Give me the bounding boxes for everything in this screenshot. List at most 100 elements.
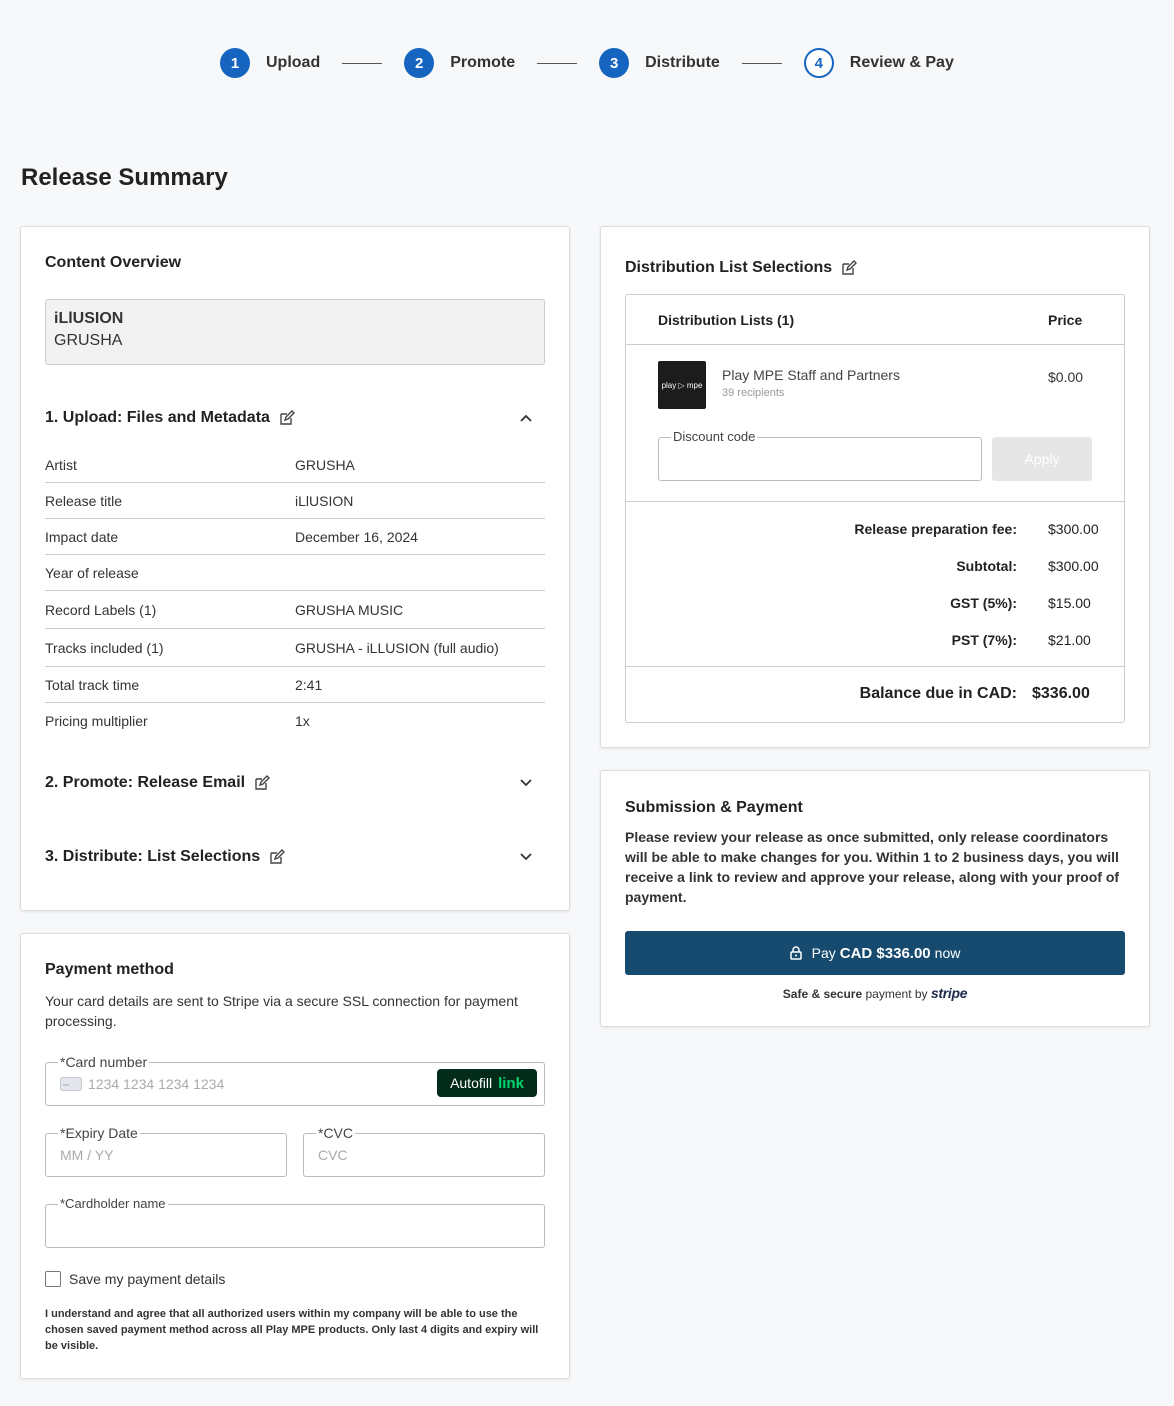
payment-method-card: Payment method Your card details are sen… — [20, 933, 570, 1379]
edit-icon[interactable] — [279, 410, 295, 426]
card-number-field[interactable]: *Card number 1234 1234 1234 1234 Autofil… — [45, 1054, 545, 1106]
table-row: Record Labels (1) GRUSHA MUSIC — [45, 591, 545, 629]
cardholder-label: *Cardholder name — [58, 1196, 168, 1211]
content-overview-title: Content Overview — [45, 254, 182, 271]
col-lists: Distribution Lists (1) — [658, 311, 795, 328]
cardholder-name-field[interactable]: *Cardholder name — [45, 1196, 545, 1248]
stripe-logo: stripe — [930, 985, 968, 1001]
expiry-date-field[interactable]: *Expiry Date MM / YY — [45, 1125, 287, 1177]
step-label: Distribute — [645, 54, 720, 71]
divider — [626, 666, 1124, 667]
meta-value: GRUSHA - iLLUSION (full audio) — [295, 639, 499, 656]
meta-value: GRUSHA — [295, 456, 355, 473]
section-promote-header[interactable]: 2. Promote: Release Email — [45, 774, 545, 792]
pay-amount: CAD $336.00 — [839, 944, 931, 962]
link-logo: link — [498, 1074, 524, 1092]
step-label: Promote — [450, 54, 516, 71]
step-label: Review & Pay — [849, 54, 954, 71]
section-distribute-header[interactable]: 3. Distribute: List Selections — [45, 848, 545, 866]
step-connector — [741, 62, 782, 64]
edit-icon[interactable] — [841, 260, 858, 276]
chevron-up-icon[interactable] — [519, 411, 533, 425]
balance-value: $336.00 — [1032, 685, 1090, 702]
payment-method-title: Payment method — [45, 961, 174, 978]
meta-key: Record Labels (1) — [45, 601, 157, 618]
section-promote-title: 2. Promote: Release Email — [45, 774, 246, 791]
credit-card-icon — [60, 1077, 82, 1091]
discount-code-input[interactable]: Discount code — [658, 429, 982, 481]
step-label: Upload — [266, 54, 321, 71]
submission-description: Please review your release as once submi… — [625, 829, 1120, 905]
release-info-box: iLlUSION GRUSHA — [45, 299, 545, 365]
meta-key: Tracks included (1) — [45, 639, 164, 656]
meta-key: Impact date — [45, 528, 119, 545]
step-distribute[interactable]: 3 Distribute — [599, 48, 720, 78]
edit-icon[interactable] — [269, 849, 286, 865]
progress-stepper: 1 Upload 2 Promote 3 Distribute 4 Review… — [220, 48, 954, 78]
section-upload-title: 1. Upload: Files and Metadata — [45, 409, 270, 426]
fee-value: $21.00 — [1048, 632, 1091, 648]
fee-value: $300.00 — [1048, 558, 1099, 574]
meta-value: December 16, 2024 — [295, 528, 418, 545]
lock-icon — [789, 946, 802, 960]
fee-label: GST (5%): — [950, 595, 1017, 611]
table-row: Tracks included (1) GRUSHA - iLLUSION (fu… — [45, 629, 545, 667]
cvc-placeholder: CVC — [318, 1147, 348, 1163]
save-payment-checkbox[interactable] — [45, 1271, 61, 1287]
pay-prefix: Pay — [811, 945, 836, 961]
submission-title: Submission & Payment — [625, 799, 803, 816]
list-recipients: 39 recipients — [722, 387, 785, 399]
consent-text: I understand and agree that all authoriz… — [45, 1308, 539, 1352]
secure-by: payment by — [865, 987, 928, 1001]
cvc-label: *CVC — [316, 1125, 356, 1141]
table-row: Pricing multiplier 1x — [45, 703, 545, 739]
edit-icon[interactable] — [254, 775, 271, 791]
step-number: 3 — [599, 48, 630, 78]
expiry-label: *Expiry Date — [58, 1125, 140, 1141]
meta-key: Year of release — [45, 564, 139, 581]
fee-label: Subtotal: — [956, 558, 1017, 574]
pay-now-button[interactable]: Pay CAD $336.00 now — [625, 931, 1125, 975]
meta-value: iLlUSION — [295, 492, 354, 509]
pay-suffix: now — [934, 945, 961, 961]
apply-button[interactable]: Apply — [992, 437, 1092, 481]
fee-value: $15.00 — [1048, 595, 1091, 611]
step-number: 4 — [803, 48, 834, 78]
distribution-header: Distribution List Selections — [625, 259, 858, 277]
divider — [626, 501, 1124, 502]
balance-label: Balance due in CAD: — [859, 685, 1017, 702]
expiry-placeholder: MM / YY — [60, 1147, 114, 1163]
card-number-placeholder: 1234 1234 1234 1234 — [88, 1076, 225, 1092]
autofill-link-button[interactable]: Autofill link — [437, 1069, 537, 1097]
step-upload[interactable]: 1 Upload — [220, 48, 320, 78]
save-payment-label: Save my payment details — [69, 1271, 226, 1287]
step-promote[interactable]: 2 Promote — [404, 48, 515, 78]
cvc-field[interactable]: *CVC CVC — [303, 1125, 545, 1177]
table-row: Year of release — [45, 555, 545, 591]
step-connector — [537, 62, 578, 64]
list-price: $0.00 — [1048, 369, 1084, 385]
meta-key: Pricing multiplier — [45, 713, 148, 729]
distribution-list-item: play ▷ mpe Play MPE Staff and Partners 3… — [658, 361, 900, 409]
meta-value: 2:41 — [295, 676, 323, 693]
play-mpe-logo: play ▷ mpe — [658, 361, 706, 409]
submission-card: Submission & Payment Please review your … — [600, 770, 1150, 1027]
table-row: Total track time 2:41 — [45, 667, 545, 703]
content-overview-card: Content Overview iLlUSION GRUSHA 1. Uplo… — [20, 226, 570, 911]
secure-payment-note: Safe & secure payment by stripe — [601, 985, 1149, 1001]
fee-value: $300.00 — [1048, 521, 1099, 537]
chevron-down-icon[interactable] — [519, 850, 533, 864]
meta-key: Total track time — [45, 676, 140, 693]
table-row: Impact date December 16, 2024 — [45, 519, 545, 555]
release-artist: GRUSHA — [54, 332, 123, 349]
distribution-card: Distribution List Selections Distributio… — [600, 226, 1150, 748]
section-upload-header[interactable]: 1. Upload: Files and Metadata — [45, 409, 545, 427]
metadata-table: Artist GRUSHA Release title iLlUSION Impac… — [45, 447, 545, 739]
page-title: Release Summary — [21, 164, 228, 191]
save-payment-checkbox-row[interactable]: Save my payment details — [45, 1271, 225, 1287]
chevron-down-icon[interactable] — [519, 776, 533, 790]
release-title: iLlUSION — [54, 310, 124, 327]
meta-value: GRUSHA MUSIC — [295, 601, 404, 618]
table-row: Release title iLlUSION — [45, 483, 545, 519]
distribution-title: Distribution List Selections — [625, 259, 833, 276]
